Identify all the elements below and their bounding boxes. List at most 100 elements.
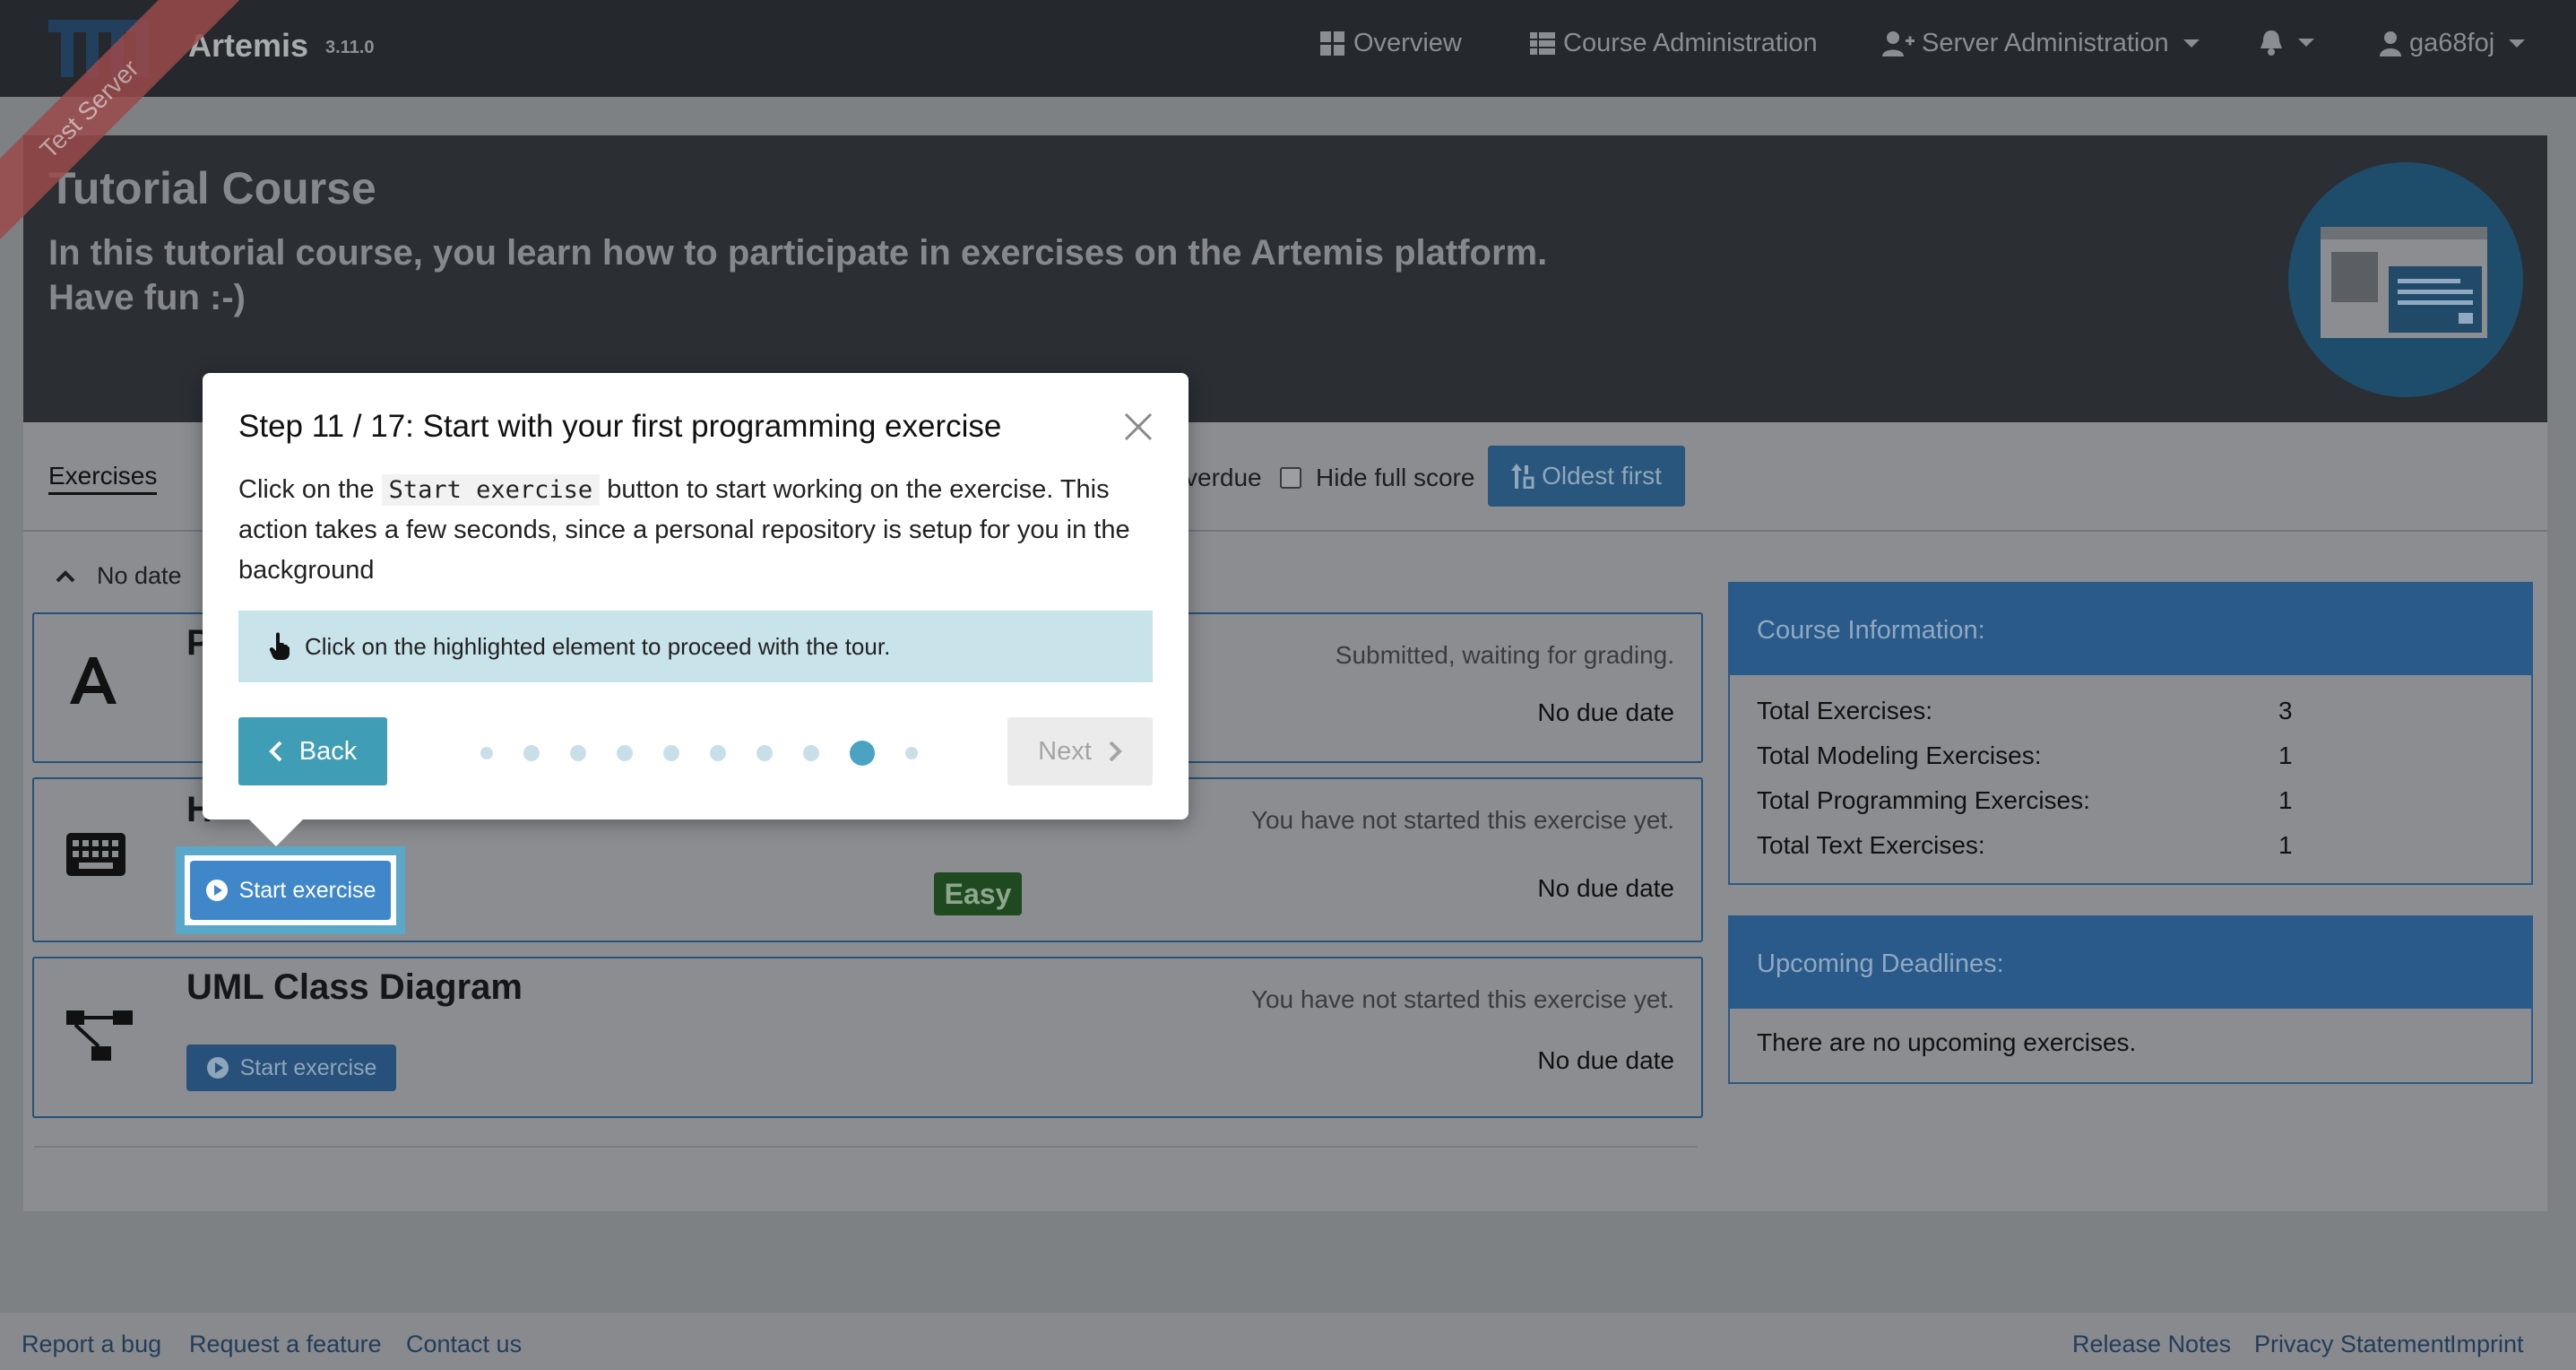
- progress-dot[interactable]: [480, 747, 493, 759]
- stat-label: Total Text Exercises:: [1757, 831, 1985, 859]
- tour-next-button[interactable]: Next: [1007, 717, 1153, 785]
- chevron-down-icon: [2509, 39, 2526, 48]
- keyboard-icon: [66, 833, 125, 876]
- progress-dot[interactable]: [803, 745, 819, 761]
- course-image: [2288, 162, 2523, 397]
- progress-dot[interactable]: [756, 745, 773, 761]
- tab-exercises[interactable]: Exercises: [48, 462, 158, 495]
- stat-value: 1: [2278, 741, 2293, 769]
- exercise-title[interactable]: UML Class Diagram: [186, 967, 523, 1008]
- sort-oldest-first-button[interactable]: Oldest first: [1488, 446, 1685, 507]
- exercise-status: You have not started this exercise yet.: [1250, 806, 1674, 834]
- progress-dot[interactable]: [570, 745, 586, 761]
- chevron-down-icon: [2298, 38, 2314, 47]
- exercise-status: You have not started this exercise yet.: [1250, 985, 1674, 1013]
- exercise-due-date: No due date: [1537, 698, 1674, 726]
- th-list-icon: [1530, 31, 1555, 55]
- progress-dot[interactable]: [710, 745, 726, 761]
- project-diagram-icon: [66, 1010, 133, 1061]
- exercise-due-date: No due date: [1537, 1046, 1674, 1074]
- stat-label: Total Modeling Exercises:: [1757, 741, 2042, 769]
- stat-value: 3: [2278, 697, 2293, 724]
- stat-label: Total Exercises:: [1757, 697, 1933, 724]
- progress-dot-active[interactable]: [850, 741, 875, 766]
- font-icon: [70, 657, 117, 704]
- nav-course-administration-label: Course Administration: [1563, 29, 1818, 57]
- bell-icon: [2260, 30, 2282, 56]
- chevron-up-icon: [56, 569, 75, 582]
- exercise-card[interactable]: UML Class Diagram You have not started t…: [32, 957, 1703, 1118]
- notifications-menu[interactable]: [2259, 29, 2314, 56]
- start-exercise-button[interactable]: Start exercise: [186, 1045, 396, 1091]
- exercise-due-date: No due date: [1537, 874, 1674, 902]
- section-divider: [34, 1146, 1698, 1148]
- chevron-right-icon: [1109, 741, 1122, 762]
- footer-link-release-notes[interactable]: Release Notes: [2072, 1331, 2231, 1358]
- stat-label: Total Programming Exercises:: [1757, 786, 2090, 814]
- tour-step-body: Click on the Start exercise button to st…: [238, 470, 1144, 591]
- close-icon[interactable]: [1120, 409, 1156, 445]
- tour-body-text: Click on the: [238, 475, 382, 504]
- nav-server-administration[interactable]: Server Administration: [1882, 29, 2200, 58]
- progress-dot[interactable]: [617, 745, 633, 761]
- difficulty-badge: Easy: [934, 872, 1022, 915]
- play-circle-icon: [205, 880, 228, 901]
- guided-tour-popover: Step 11 / 17: Start with your first prog…: [203, 373, 1189, 846]
- exercise-group-header[interactable]: No date: [56, 562, 182, 590]
- chevron-down-icon: [2183, 39, 2200, 48]
- footer-link-privacy[interactable]: Privacy Statement: [2254, 1331, 2451, 1358]
- start-exercise-label: Start exercise: [238, 877, 376, 903]
- upcoming-deadlines-card: Upcoming Deadlines: There are no upcomin…: [1728, 915, 2533, 1084]
- footer-link-contact[interactable]: Contact us: [406, 1331, 522, 1358]
- tour-hint-alert: Click on the highlighted element to proc…: [238, 611, 1153, 682]
- nav-overview-label: Overview: [1353, 29, 1462, 57]
- progress-dot[interactable]: [905, 747, 918, 759]
- tour-step-title: Step 11 / 17: Start with your first prog…: [238, 409, 1002, 444]
- nav-server-administration-label: Server Administration: [1922, 29, 2169, 57]
- course-information-card: Course Information: Total Exercises: 3 T…: [1728, 582, 2533, 885]
- tour-body-code: Start exercise: [381, 474, 601, 506]
- footer-link-report-bug[interactable]: Report a bug: [22, 1331, 161, 1358]
- course-description: In this tutorial course, you learn how t…: [48, 230, 1751, 320]
- version-label: 3.11.0: [325, 38, 375, 57]
- hide-full-score-checkbox[interactable]: [1280, 467, 1301, 489]
- upcoming-deadlines-heading: Upcoming Deadlines:: [1730, 917, 2531, 1009]
- course-illustration: [2321, 227, 2487, 338]
- hand-pointer-icon: [269, 632, 290, 660]
- group-label: No date: [97, 562, 182, 589]
- page-footer: Report a bug Request a feature Contact u…: [0, 1313, 2576, 1370]
- th-large-icon: [1320, 30, 1344, 56]
- tour-back-button[interactable]: Back: [238, 717, 387, 785]
- filter-overdue-label[interactable]: verdue: [1185, 464, 1262, 492]
- tour-hint-text: Click on the highlighted element to proc…: [305, 632, 891, 660]
- footer-link-request-feature[interactable]: Request a feature: [189, 1331, 382, 1358]
- top-navbar: Artemis 3.11.0 Overview Course Administr…: [0, 0, 2576, 97]
- stat-value: 1: [2278, 786, 2293, 814]
- nav-course-administration[interactable]: Course Administration: [1529, 29, 1818, 58]
- start-exercise-label: Start exercise: [239, 1054, 377, 1080]
- nav-overview[interactable]: Overview: [1319, 29, 1462, 58]
- exercise-status: Submitted, waiting for grading.: [1335, 641, 1674, 669]
- hide-full-score-label[interactable]: Hide full score: [1316, 464, 1474, 492]
- account-menu[interactable]: ga68foj: [2379, 29, 2526, 58]
- play-circle-icon: [206, 1057, 229, 1079]
- progress-dot[interactable]: [663, 745, 679, 761]
- chevron-left-icon: [268, 741, 282, 762]
- progress-dot[interactable]: [523, 745, 540, 761]
- footer-link-imprint[interactable]: Imprint: [2450, 1331, 2524, 1358]
- no-deadlines-message: There are no upcoming exercises.: [1757, 1028, 2137, 1056]
- course-description-line: In this tutorial course, you learn how t…: [48, 233, 1548, 273]
- tour-progress-dots: [480, 741, 948, 766]
- course-description-line: Have fun :-): [48, 278, 246, 317]
- stat-value: 1: [2278, 831, 2293, 859]
- account-username: ga68foj: [2409, 29, 2495, 57]
- course-information-heading: Course Information:: [1730, 584, 2531, 675]
- sort-numeric-icon: [1511, 464, 1534, 489]
- user-icon: [2380, 30, 2401, 56]
- course-title: Tutorial Course: [48, 163, 376, 213]
- user-plus-icon: [1882, 30, 1915, 56]
- start-exercise-button[interactable]: Start exercise: [190, 861, 391, 920]
- tour-highlight: Start exercise: [176, 846, 405, 934]
- sort-label: Oldest first: [1542, 462, 1662, 490]
- tour-next-label: Next: [1038, 736, 1092, 766]
